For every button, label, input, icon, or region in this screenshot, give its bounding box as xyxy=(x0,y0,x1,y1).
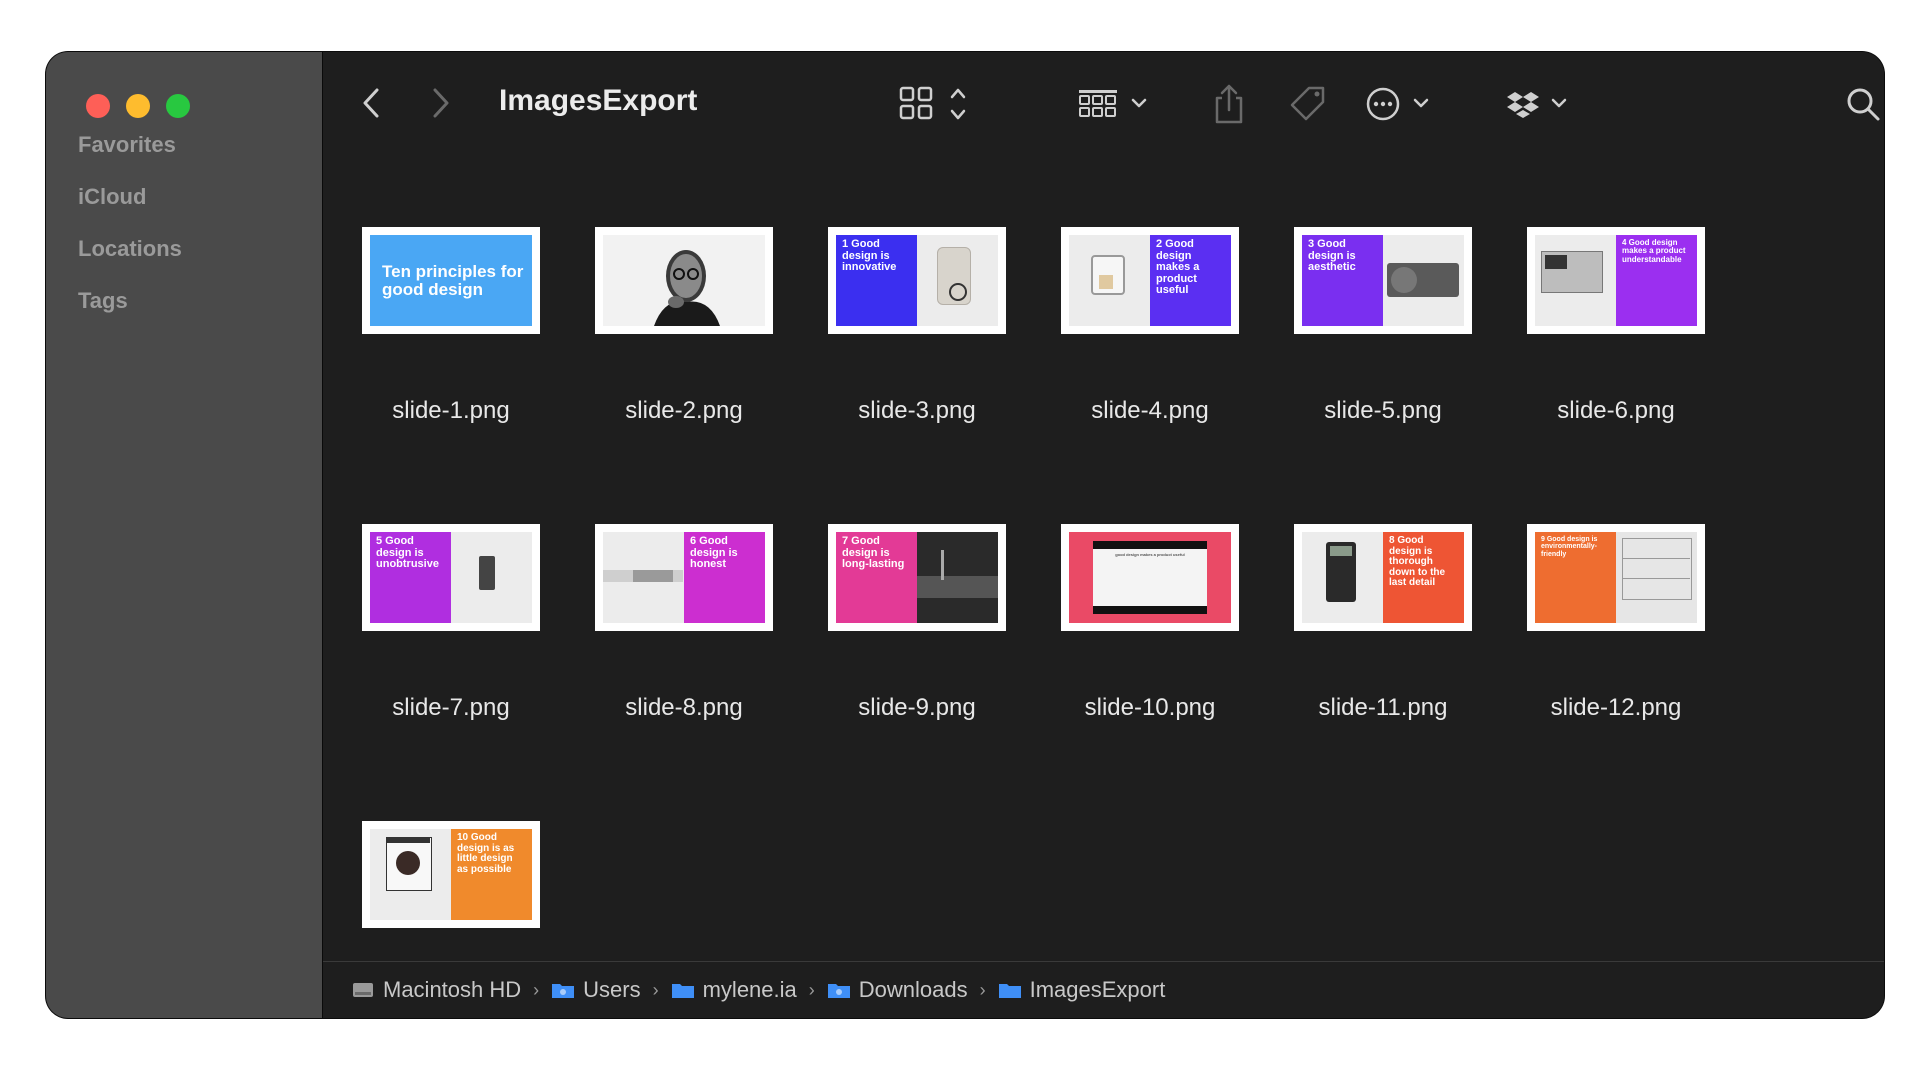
close-button[interactable] xyxy=(86,94,110,118)
file-name: slide-12.png xyxy=(1550,694,1682,721)
folder-icon xyxy=(998,984,1021,998)
zoom-button[interactable] xyxy=(166,94,190,118)
file-thumbnail: 10 Good design is as little design as po… xyxy=(362,821,540,928)
finder-window: Favorites iCloud Locations Tags ImagesEx… xyxy=(46,52,1884,1018)
file-item[interactable]: 9 Good design is environmentally-friendl… xyxy=(1488,524,1720,814)
file-item[interactable]: 4 Good design makes a product understand… xyxy=(1488,227,1720,517)
main-content: ImagesExport Ten principles for good des… xyxy=(323,52,1884,1018)
folder-icon xyxy=(671,984,694,998)
thumbnail-text: 5 Good design is unobtrusive xyxy=(376,535,439,571)
thumbnail-text: 8 Good design is thorough down to the la… xyxy=(1389,535,1446,588)
path-item-label: mylene.ia xyxy=(702,977,797,1002)
path-item-mylene[interactable]: mylene.ia xyxy=(671,977,797,1003)
file-name: slide-4.png xyxy=(1091,397,1209,424)
sidebar-item-tags[interactable]: Tags xyxy=(78,288,128,314)
file-item[interactable]: 6 Good design is honest slide-8.png xyxy=(556,524,788,814)
file-thumbnail: good design makes a product useful xyxy=(1061,524,1239,631)
file-item[interactable]: 5 Good design is unobtrusive slide-7.png xyxy=(323,524,555,814)
portrait-image xyxy=(654,249,720,326)
file-thumbnail: 5 Good design is unobtrusive xyxy=(362,524,540,631)
file-name: slide-8.png xyxy=(625,694,743,721)
toolbar: ImagesExport xyxy=(323,52,1884,156)
file-thumbnail: 1 Good design is innovative xyxy=(828,227,1006,334)
path-item-label: Users xyxy=(583,977,641,1002)
path-bar: Macintosh HD › Users › mylene.ia › Downl… xyxy=(323,961,1884,1018)
thumbnail-text: 1 Good design is innovative xyxy=(842,238,897,274)
hard-drive-icon xyxy=(353,983,373,997)
thumbnail-text: Ten principles for good design xyxy=(382,261,524,299)
file-item[interactable]: 2 Good design makes a product useful sli… xyxy=(1022,227,1254,517)
file-thumbnail: 2 Good design makes a product useful xyxy=(1061,227,1239,334)
file-item[interactable]: 1 Good design is innovative slide-3.png xyxy=(789,227,1021,517)
tag-icon[interactable] xyxy=(1285,80,1331,128)
file-item[interactable]: 3 Good design is aesthetic slide-5.png xyxy=(1255,227,1487,517)
path-item-label: Macintosh HD xyxy=(383,977,522,1002)
icon-view-icon[interactable] xyxy=(897,82,977,126)
chevron-right-icon: › xyxy=(979,979,986,1000)
share-icon[interactable] xyxy=(1209,80,1249,128)
file-name: slide-11.png xyxy=(1318,694,1448,721)
file-name: slide-2.png xyxy=(625,397,743,424)
file-name: slide-9.png xyxy=(858,694,976,721)
file-item[interactable]: Ten principles for good design slide-1.p… xyxy=(323,227,555,517)
file-name: slide-5.png xyxy=(1324,397,1442,424)
sidebar-item-favorites[interactable]: Favorites xyxy=(78,132,176,158)
chevron-right-icon: › xyxy=(808,979,815,1000)
path-item-macintosh-hd[interactable]: Macintosh HD xyxy=(351,977,521,1003)
chevron-right-icon: › xyxy=(652,979,659,1000)
path-item-downloads[interactable]: Downloads xyxy=(827,977,968,1003)
file-thumbnail: 9 Good design is environmentally-friendl… xyxy=(1527,524,1705,631)
file-thumbnail: 8 Good design is thorough down to the la… xyxy=(1294,524,1472,631)
file-thumbnail: 6 Good design is honest xyxy=(595,524,773,631)
thumbnail-text: 10 Good design is as little design as po… xyxy=(457,832,515,875)
file-thumbnail: 4 Good design makes a product understand… xyxy=(1527,227,1705,334)
dropbox-icon[interactable] xyxy=(1503,82,1583,126)
file-item[interactable]: 8 Good design is thorough down to the la… xyxy=(1255,524,1487,814)
file-name: slide-10.png xyxy=(1084,694,1216,721)
file-thumbnail: Ten principles for good design xyxy=(362,227,540,334)
chevron-right-icon: › xyxy=(533,979,540,1000)
thumbnail-text: 9 Good design is environmentally-friendl… xyxy=(1541,536,1598,558)
thumbnail-text: 2 Good design makes a product useful xyxy=(1156,238,1200,297)
thumbnail-text: 7 Good design is long-lasting xyxy=(842,535,905,571)
folder-icon xyxy=(552,984,575,998)
thumbnail-text: 6 Good design is honest xyxy=(690,535,738,571)
sidebar-item-icloud[interactable]: iCloud xyxy=(78,184,146,210)
window-title: ImagesExport xyxy=(499,84,698,117)
file-thumbnail xyxy=(595,227,773,334)
file-item[interactable]: slide-2.png xyxy=(556,227,788,517)
path-item-label: Downloads xyxy=(858,977,968,1002)
file-name: slide-1.png xyxy=(392,397,510,424)
folder-icon xyxy=(827,984,850,998)
file-name: slide-3.png xyxy=(858,397,976,424)
path-item-imagesexport[interactable]: ImagesExport xyxy=(998,977,1166,1003)
thumbnail-text: 4 Good design makes a product understand… xyxy=(1622,238,1686,264)
group-icon[interactable] xyxy=(1077,82,1157,126)
sidebar-item-locations[interactable]: Locations xyxy=(78,236,182,262)
search-icon[interactable] xyxy=(1841,82,1884,126)
back-icon[interactable] xyxy=(353,78,389,128)
minimize-button[interactable] xyxy=(126,94,150,118)
file-thumbnail: 7 Good design is long-lasting xyxy=(828,524,1006,631)
file-item[interactable]: 7 Good design is long-lasting slide-9.pn… xyxy=(789,524,1021,814)
file-item[interactable]: good design makes a product useful slide… xyxy=(1022,524,1254,814)
file-name: slide-6.png xyxy=(1557,397,1675,424)
path-item-users[interactable]: Users xyxy=(551,977,641,1003)
file-name: slide-7.png xyxy=(392,694,510,721)
more-icon[interactable] xyxy=(1363,82,1443,126)
window-controls xyxy=(86,94,190,118)
sidebar: Favorites iCloud Locations Tags xyxy=(46,52,323,1018)
path-item-label: ImagesExport xyxy=(1029,977,1166,1002)
forward-icon[interactable] xyxy=(423,78,459,128)
thumbnail-text: 3 Good design is aesthetic xyxy=(1308,238,1356,274)
file-thumbnail: 3 Good design is aesthetic xyxy=(1294,227,1472,334)
